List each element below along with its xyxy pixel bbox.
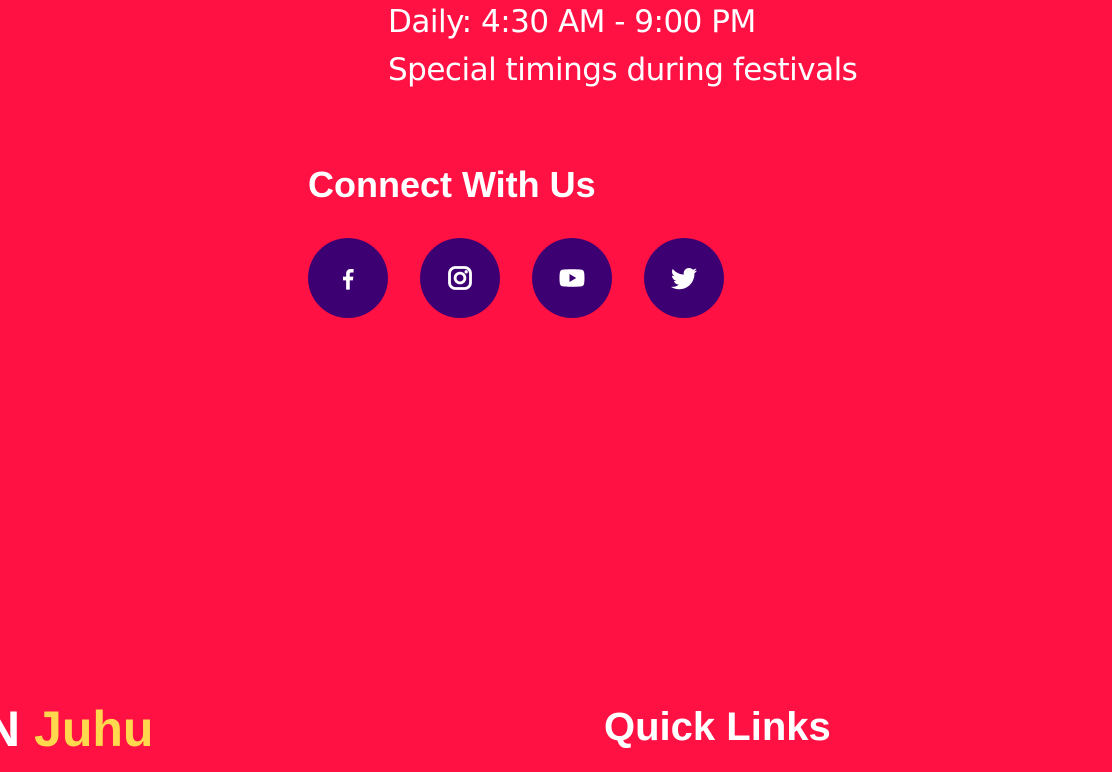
connect-heading: Connect With Us [308, 164, 596, 205]
instagram-button[interactable] [420, 238, 500, 318]
twitter-icon [669, 263, 699, 293]
daily-timing-text: Daily: 4:30 AM - 9:00 PM [388, 4, 756, 40]
temple-timings: Daily: 4:30 AM - 9:00 PM Special timings… [388, 0, 858, 94]
brand-prefix: N [0, 701, 21, 757]
social-links [308, 238, 724, 318]
twitter-button[interactable] [644, 238, 724, 318]
facebook-icon [334, 264, 362, 292]
facebook-button[interactable] [308, 238, 388, 318]
instagram-icon [446, 264, 474, 292]
quick-links-heading: Quick Links [604, 705, 831, 749]
youtube-button[interactable] [532, 238, 612, 318]
site-brand: N Juhu [0, 700, 153, 758]
brand-accent: Juhu [34, 701, 154, 757]
special-timing-text: Special timings during festivals [388, 52, 858, 88]
youtube-icon [557, 263, 587, 293]
